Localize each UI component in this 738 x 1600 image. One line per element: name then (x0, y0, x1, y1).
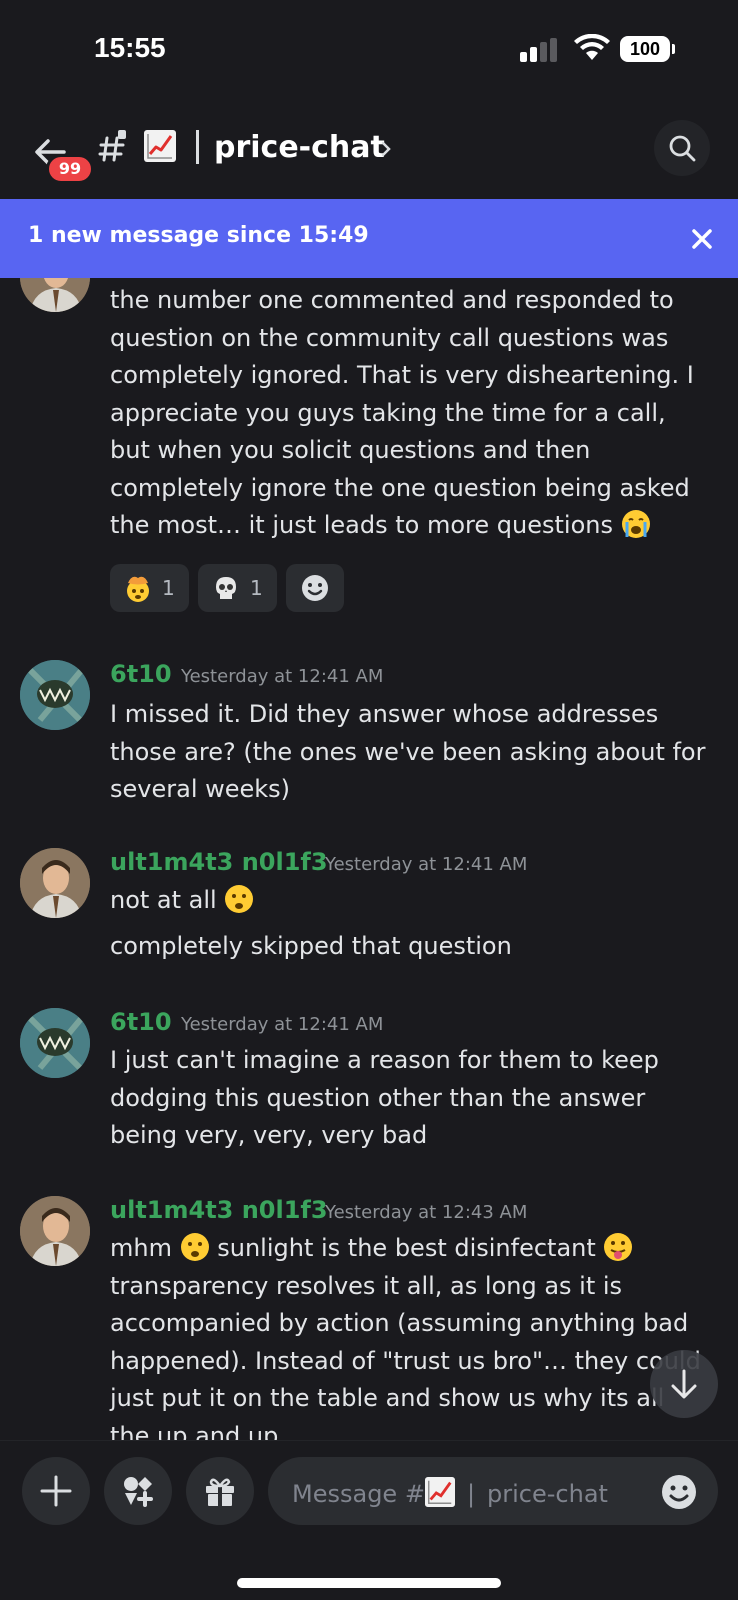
user-avatar-image (20, 1008, 90, 1078)
message-body: mhm (110, 1234, 172, 1262)
channel-name[interactable]: price-chat (214, 130, 385, 165)
message-timestamp: Yesterday at 12:41 AM (181, 1014, 384, 1035)
skull-icon (216, 577, 236, 599)
message-text: not at all (110, 882, 710, 920)
arrow-down-icon (671, 1369, 697, 1399)
avatar[interactable] (20, 848, 90, 918)
gift-icon (206, 1478, 234, 1506)
username[interactable]: ult1m4t3 n0l1f3 (110, 848, 328, 876)
message-text: completely skipped that question (110, 932, 512, 960)
user-avatar-image (20, 660, 90, 730)
apps-button[interactable] (104, 1457, 172, 1525)
message-body: not at all (110, 886, 217, 914)
chevron-right-icon[interactable] (380, 140, 392, 158)
reaction-skull[interactable]: 1 (198, 564, 277, 612)
attach-button[interactable] (22, 1457, 90, 1525)
user-avatar-image (20, 1196, 90, 1266)
avatar[interactable] (20, 278, 90, 312)
message-text: mhm sunlight is the best disinfectant tr… (110, 1230, 710, 1440)
header-divider (196, 130, 199, 164)
face-with-tongue-icon (603, 1232, 633, 1262)
search-icon (669, 135, 696, 162)
avatar[interactable] (20, 1008, 90, 1078)
exploding-head-icon (127, 576, 149, 602)
message-body: the number one commented and responded t… (110, 286, 694, 539)
loudly-crying-face-icon (621, 509, 651, 539)
emoji-picker-icon[interactable] (660, 1473, 698, 1511)
placeholder-prefix: Message # (292, 1480, 425, 1508)
message-list[interactable]: the number one commented and responded t… (0, 278, 738, 1440)
new-messages-text: 1 new message since 15:49 (28, 223, 369, 248)
message-input-placeholder: Message # | price-chat (292, 1477, 608, 1508)
message-text: I just can't imagine a reason for them t… (110, 1046, 659, 1149)
chart-increasing-icon (424, 1477, 455, 1507)
message-body: transparency resolves it all, as long as… (110, 1271, 701, 1441)
status-time: 15:55 (94, 32, 166, 63)
new-messages-banner[interactable]: 1 new message since 15:49 (0, 199, 738, 278)
username[interactable]: 6t10 (110, 1008, 172, 1036)
jump-to-bottom-button[interactable] (650, 1350, 718, 1418)
message-timestamp: Yesterday at 12:41 AM (181, 666, 384, 687)
username[interactable]: 6t10 (110, 660, 172, 688)
message-body: sunlight is the best disinfectant (217, 1234, 596, 1262)
gift-button[interactable] (186, 1457, 254, 1525)
message-text: the number one commented and responded t… (110, 282, 710, 545)
placeholder-separator: | (466, 1480, 476, 1508)
reaction-exploding-head[interactable]: 1 (110, 564, 189, 612)
search-button[interactable] (654, 120, 710, 176)
avatar[interactable] (20, 1196, 90, 1266)
close-icon[interactable] (690, 227, 714, 251)
message-text: I missed it. Did they answer whose addre… (110, 700, 706, 803)
cellular-signal-icon (520, 38, 557, 62)
user-avatar-image (20, 848, 90, 918)
message-composer: Message # | price-chat (0, 1440, 738, 1600)
add-reaction-icon (302, 575, 328, 601)
status-bar: 15:55 100 (0, 0, 738, 100)
frowning-face-icon (180, 1232, 210, 1262)
frowning-face-icon (224, 884, 254, 914)
wifi-icon (574, 34, 610, 60)
message-input[interactable]: Message # | price-chat (268, 1457, 718, 1525)
placeholder-channel: price-chat (487, 1480, 608, 1508)
channel-header: 99 price-chat (0, 110, 738, 200)
avatar[interactable] (20, 660, 90, 730)
apps-icon (124, 1477, 153, 1507)
chart-increasing-icon (144, 130, 176, 162)
plus-icon (40, 1475, 72, 1507)
user-avatar-image (20, 278, 90, 312)
username[interactable]: ult1m4t3 n0l1f3 (110, 1196, 328, 1224)
battery-indicator: 100 (620, 36, 675, 62)
text-channel-hash-icon (98, 130, 126, 162)
add-reaction-button[interactable] (286, 564, 344, 612)
reaction-count: 1 (250, 576, 263, 600)
message-timestamp: Yesterday at 12:43 AM (325, 1202, 528, 1223)
home-indicator[interactable] (237, 1578, 501, 1588)
reaction-count: 1 (162, 576, 175, 600)
unread-badge: 99 (46, 154, 94, 184)
message-timestamp: Yesterday at 12:41 AM (325, 854, 528, 875)
